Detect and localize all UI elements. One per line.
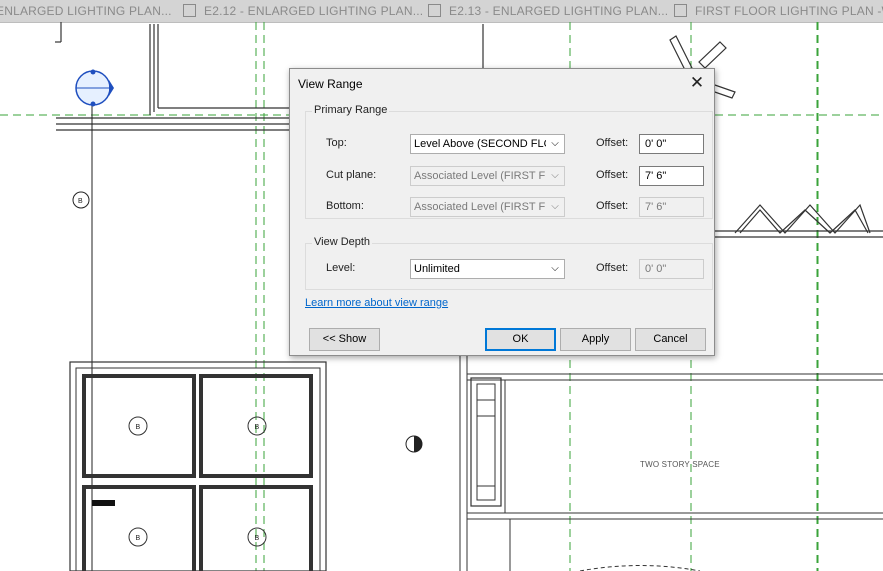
bottom-label: Bottom: bbox=[326, 200, 364, 212]
depth-level-value: Unlimited bbox=[414, 263, 460, 275]
depth-level-label: Level: bbox=[326, 262, 356, 274]
top-offset-label: Offset: bbox=[596, 137, 629, 149]
depth-offset-input: 0' 0" bbox=[639, 259, 704, 279]
chevron-down-icon: ⌵ bbox=[551, 170, 559, 181]
depth-offset-label: Offset: bbox=[596, 262, 629, 274]
learn-more-link[interactable]: Learn more about view range bbox=[305, 297, 448, 309]
cut-plane-offset-input[interactable]: 7' 6" bbox=[639, 166, 704, 186]
dialog-title: View Range bbox=[298, 77, 363, 91]
bottom-offset-label: Offset: bbox=[596, 200, 629, 212]
apply-button[interactable]: Apply bbox=[560, 328, 631, 351]
show-button[interactable]: << Show bbox=[309, 328, 380, 351]
view-range-dialog: View Range ✕ Primary Range Top: Level Ab… bbox=[289, 68, 715, 356]
primary-range-title: Primary Range bbox=[312, 104, 390, 116]
top-label: Top: bbox=[326, 137, 347, 149]
svg-text:B: B bbox=[136, 424, 141, 431]
top-level-select[interactable]: Level Above (SECOND FLOO ⌵ bbox=[410, 134, 565, 154]
tab-label: FIRST FLOOR LIGHTING PLAN -WES bbox=[695, 4, 883, 18]
cut-plane-level-select: Associated Level (FIRST FLO ⌵ bbox=[410, 166, 565, 186]
cut-plane-level-value: Associated Level (FIRST FLO bbox=[414, 170, 546, 182]
svg-text:B: B bbox=[78, 198, 83, 205]
panel-symbol bbox=[75, 69, 114, 107]
svg-text:B: B bbox=[255, 424, 260, 431]
svg-text:B: B bbox=[136, 535, 141, 542]
ok-button[interactable]: OK bbox=[485, 328, 556, 351]
view-tab-bar: ENLARGED LIGHTING PLAN... E2.12 - ENLARG… bbox=[0, 0, 883, 23]
view-depth-title: View Depth bbox=[312, 236, 373, 248]
bottom-level-value: Associated Level (FIRST FLO bbox=[414, 201, 546, 213]
chevron-down-icon: ⌵ bbox=[551, 263, 559, 274]
top-level-value: Level Above (SECOND FLOO bbox=[414, 138, 546, 150]
cancel-button[interactable]: Cancel bbox=[635, 328, 706, 351]
tab-label: E2.12 - ENLARGED LIGHTING PLAN... bbox=[204, 4, 424, 18]
view-tab-4[interactable]: FIRST FLOOR LIGHTING PLAN -WES bbox=[674, 0, 883, 22]
view-tab-1[interactable]: ENLARGED LIGHTING PLAN... bbox=[0, 0, 172, 22]
chevron-down-icon: ⌵ bbox=[551, 201, 559, 212]
floor-plan-icon bbox=[674, 4, 687, 17]
room-label: TWO STORY SPACE bbox=[640, 460, 720, 469]
cut-plane-label: Cut plane: bbox=[326, 169, 377, 181]
view-tab-2[interactable]: E2.12 - ENLARGED LIGHTING PLAN... bbox=[183, 0, 423, 22]
fixture-bar bbox=[92, 500, 115, 506]
primary-range-group: Primary Range Top: Level Above (SECOND F… bbox=[305, 104, 713, 219]
svg-text:B: B bbox=[255, 535, 260, 542]
close-icon[interactable]: ✕ bbox=[686, 72, 708, 94]
top-offset-input[interactable]: 0' 0" bbox=[639, 134, 704, 154]
view-depth-group: View Depth Level: Unlimited ⌵ Offset: 0'… bbox=[305, 236, 713, 290]
room-grid bbox=[69, 361, 327, 571]
sheet-icon bbox=[428, 4, 441, 17]
tab-label: E2.13 - ENLARGED LIGHTING PLAN... bbox=[449, 4, 669, 18]
depth-level-select[interactable]: Unlimited ⌵ bbox=[410, 259, 565, 279]
chevron-down-icon: ⌵ bbox=[551, 138, 559, 149]
tab-label: ENLARGED LIGHTING PLAN... bbox=[0, 4, 172, 18]
view-tab-3[interactable]: E2.13 - ENLARGED LIGHTING PLAN... bbox=[428, 0, 668, 22]
bottom-level-select: Associated Level (FIRST FLO ⌵ bbox=[410, 197, 565, 217]
bottom-offset-input: 7' 6" bbox=[639, 197, 704, 217]
cut-plane-offset-label: Offset: bbox=[596, 169, 629, 181]
sheet-icon bbox=[183, 4, 196, 17]
